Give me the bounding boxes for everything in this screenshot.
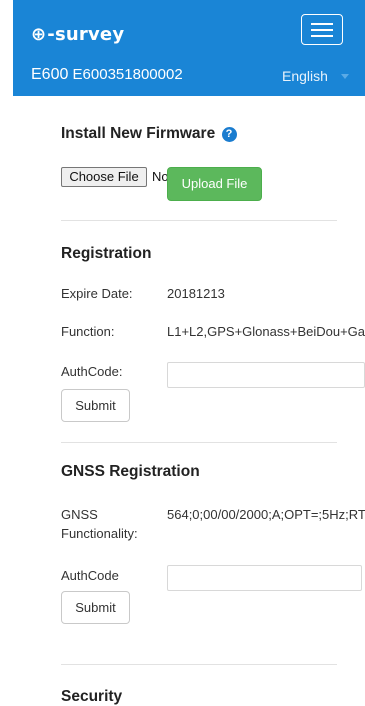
device-serial: E600351800002 (72, 66, 183, 83)
menu-bar-icon (311, 28, 333, 31)
device-model: E600 (31, 66, 69, 83)
firmware-title-text: Install New Firmware (61, 125, 216, 142)
firmware-section-title: Install New Firmware ? (61, 125, 237, 143)
function-label: Function: (61, 324, 115, 339)
e-logo-icon: ⊕ (31, 24, 47, 45)
gnss-submit-button[interactable]: Submit (61, 591, 130, 624)
menu-bar-icon (311, 34, 333, 37)
chevron-down-icon[interactable] (341, 74, 349, 79)
choose-file-button[interactable]: Choose File (61, 167, 147, 187)
language-selector[interactable]: English (282, 68, 328, 84)
section-divider (61, 664, 337, 665)
gnss-authcode-input[interactable] (167, 565, 362, 591)
section-divider (61, 220, 337, 221)
registration-submit-button[interactable]: Submit (61, 389, 130, 422)
menu-bar-icon (311, 22, 333, 25)
upload-file-button[interactable]: Upload File (167, 167, 262, 201)
device-info: E600 E600351800002 (31, 66, 183, 84)
security-section-title: Security (61, 688, 123, 705)
function-value: L1+L2,GPS+Glonass+BeiDou+Galileo (167, 324, 365, 339)
hamburger-menu-button[interactable] (301, 14, 343, 45)
expire-date-label: Expire Date: (61, 286, 133, 301)
brand-logo[interactable]: ⊕-survey (31, 24, 124, 45)
gnss-functionality-value: 564;0;00/00/2000;A;OPT=;5Hz;RTK (167, 507, 365, 522)
authcode-input[interactable] (167, 362, 365, 388)
help-icon[interactable]: ? (221, 127, 237, 142)
brand-text: -survey (47, 24, 125, 45)
gnss-authcode-label: AuthCode (61, 568, 119, 583)
registration-section-title: Registration (61, 245, 152, 262)
expire-date-value: 20181213 (167, 286, 225, 301)
gnss-functionality-label: GNSS Functionality: (61, 507, 138, 541)
authcode-label: AuthCode: (61, 364, 123, 379)
file-status-text: No file chosen (152, 169, 168, 184)
top-navbar: ⊕-survey E600 E600351800002 English (13, 0, 365, 96)
section-divider (61, 442, 337, 443)
gnss-registration-section-title: GNSS Registration (61, 463, 200, 480)
